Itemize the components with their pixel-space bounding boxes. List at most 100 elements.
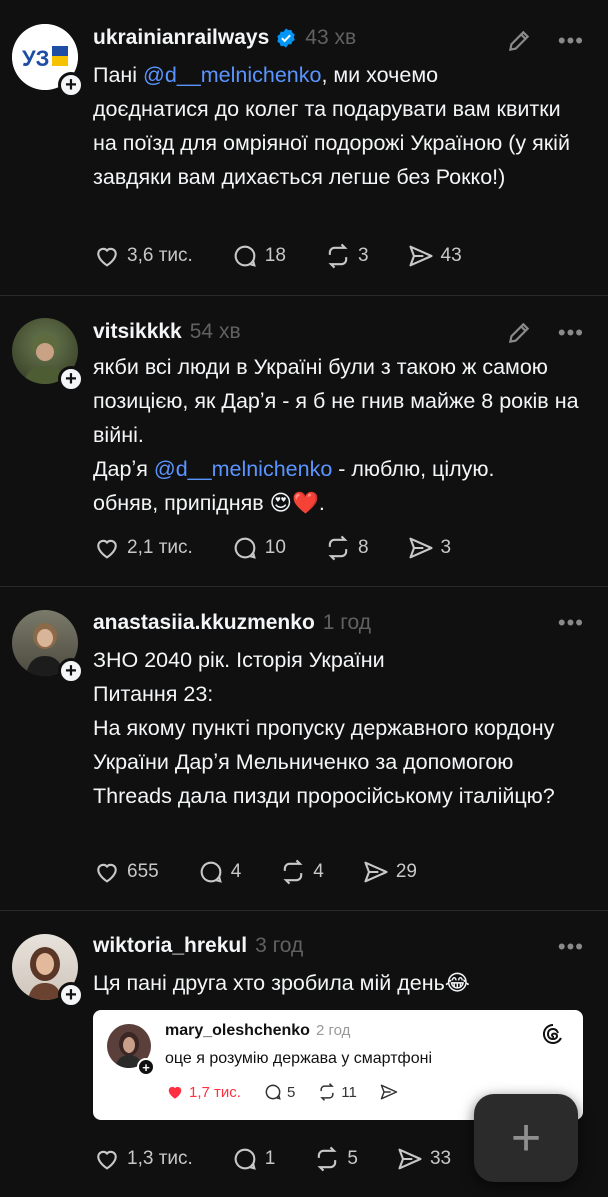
quoted-header: mary_oleshchenko 2 год	[165, 1022, 350, 1040]
share-button[interactable]: 29	[362, 858, 417, 886]
avatar[interactable]: УЗ +	[12, 24, 84, 98]
heart-icon	[97, 863, 117, 883]
threads-logo-icon	[542, 1023, 562, 1044]
quoted-actions: 1,7 тис. 5 11	[165, 1082, 425, 1102]
divider	[0, 910, 608, 911]
quoted-share-button[interactable]	[379, 1082, 403, 1102]
like-button[interactable]: 2,1 тис.	[93, 534, 193, 562]
repost-icon	[317, 1146, 337, 1172]
reply-count: 4	[230, 861, 242, 882]
repost-button[interactable]: 3	[324, 242, 369, 270]
post-time: 3 год	[255, 934, 304, 957]
comment-icon	[265, 1084, 281, 1100]
quoted-like-button[interactable]: 1,7 тис.	[165, 1082, 241, 1102]
avatar[interactable]: +	[12, 318, 84, 392]
quoted-like-count: 1,7 тис.	[189, 1083, 241, 1101]
post-actions: 1,3 тис. 1 5 33	[93, 1145, 489, 1173]
post-header: vitsikkkk 54 хв	[93, 320, 241, 344]
quoted-text: оце я розумію держава у смартфоні	[165, 1050, 432, 1067]
username[interactable]: ukrainianrailways	[93, 26, 269, 50]
repost-count: 5	[347, 1148, 358, 1169]
follow-plus-icon[interactable]: +	[137, 1058, 155, 1076]
post-text: якби всі люди в Україні були з такою ж с…	[93, 355, 579, 515]
send-icon	[408, 245, 433, 267]
send-icon	[380, 1084, 398, 1100]
repost-icon	[283, 859, 303, 885]
quoted-reply-count: 5	[286, 1083, 296, 1101]
send-icon	[408, 537, 433, 559]
avatar[interactable]: +	[12, 934, 84, 1008]
post-header: ukrainianrailways 43 хв	[93, 26, 356, 50]
username[interactable]: wiktoria_hrekul	[93, 934, 247, 958]
post-actions: 3,6 тис. 18 3 43	[93, 242, 500, 270]
repost-icon	[328, 535, 348, 561]
like-count: 2,1 тис.	[127, 537, 193, 558]
post-controls: •••	[506, 28, 584, 54]
edit-pencil-icon[interactable]	[506, 28, 532, 54]
follow-plus-icon[interactable]: +	[58, 72, 84, 98]
comment-icon	[234, 245, 256, 267]
post-actions: 2,1 тис. 10 8 3	[93, 534, 489, 562]
repost-button[interactable]: 8	[324, 534, 369, 562]
username[interactable]: vitsikkkk	[93, 320, 182, 344]
reply-button[interactable]: 1	[231, 1145, 276, 1173]
heart-filled-icon	[168, 1086, 182, 1099]
reply-count: 10	[264, 537, 286, 558]
repost-icon	[320, 1083, 335, 1101]
more-options-icon[interactable]: •••	[558, 30, 584, 52]
more-options-icon[interactable]: •••	[558, 612, 584, 634]
new-post-button[interactable]: +	[474, 1094, 578, 1182]
follow-plus-icon[interactable]: +	[58, 982, 84, 1008]
share-count: 3	[440, 537, 452, 558]
reply-button[interactable]: 10	[231, 534, 286, 562]
repost-button[interactable]: 5	[313, 1145, 358, 1173]
repost-count: 3	[357, 245, 369, 266]
comment-icon	[200, 861, 222, 883]
post-text: ЗНО 2040 рік. Історія України Питання 23…	[93, 648, 555, 808]
like-button[interactable]: 655	[93, 858, 159, 886]
avatar[interactable]: +	[12, 610, 84, 684]
follow-plus-icon[interactable]: +	[58, 658, 84, 684]
comment-icon	[234, 1148, 256, 1170]
post-controls: •••	[558, 612, 584, 634]
edit-pencil-icon[interactable]	[506, 320, 532, 346]
reply-button[interactable]: 18	[231, 242, 286, 270]
post-time: 43 хв	[305, 26, 357, 49]
more-options-icon[interactable]: •••	[558, 322, 584, 344]
share-button[interactable]: 33	[396, 1145, 451, 1173]
mention-link[interactable]: @d__melnichenko	[143, 63, 321, 87]
repost-count: 4	[313, 861, 324, 882]
post-time: 54 хв	[189, 320, 241, 343]
post-controls: •••	[558, 936, 584, 958]
reply-count: 1	[264, 1148, 276, 1169]
mention-link[interactable]: @d__melnichenko	[154, 457, 332, 481]
reply-button[interactable]: 4	[197, 858, 242, 886]
quoted-username[interactable]: mary_oleshchenko	[165, 1022, 310, 1039]
post-controls: •••	[506, 320, 584, 346]
username[interactable]: anastasiia.kkuzmenko	[93, 611, 315, 635]
share-button[interactable]: 43	[407, 242, 462, 270]
follow-plus-icon[interactable]: +	[58, 366, 84, 392]
quoted-repost-button[interactable]: 11	[317, 1082, 357, 1102]
quoted-time: 2 год	[315, 1022, 351, 1039]
like-count: 3,6 тис.	[127, 245, 193, 266]
share-button[interactable]: 3	[407, 534, 452, 562]
divider	[0, 295, 608, 296]
share-count: 43	[440, 245, 462, 266]
post-actions: 655 4 4 29	[93, 858, 455, 886]
like-button[interactable]: 3,6 тис.	[93, 242, 193, 270]
svg-text:УЗ: УЗ	[22, 46, 49, 71]
like-count: 655	[127, 861, 159, 882]
reply-count: 18	[264, 245, 286, 266]
like-button[interactable]: 1,3 тис.	[93, 1145, 193, 1173]
heart-icon	[97, 1150, 117, 1170]
repost-button[interactable]: 4	[279, 858, 324, 886]
share-count: 33	[429, 1148, 452, 1169]
post-time: 1 год	[322, 611, 371, 634]
verified-badge-icon	[277, 28, 295, 48]
post-header: wiktoria_hrekul 3 год	[93, 934, 303, 958]
share-count: 29	[395, 861, 417, 882]
quoted-reply-button[interactable]: 5	[263, 1082, 295, 1102]
like-count: 1,3 тис.	[127, 1148, 193, 1169]
more-options-icon[interactable]: •••	[558, 936, 584, 958]
